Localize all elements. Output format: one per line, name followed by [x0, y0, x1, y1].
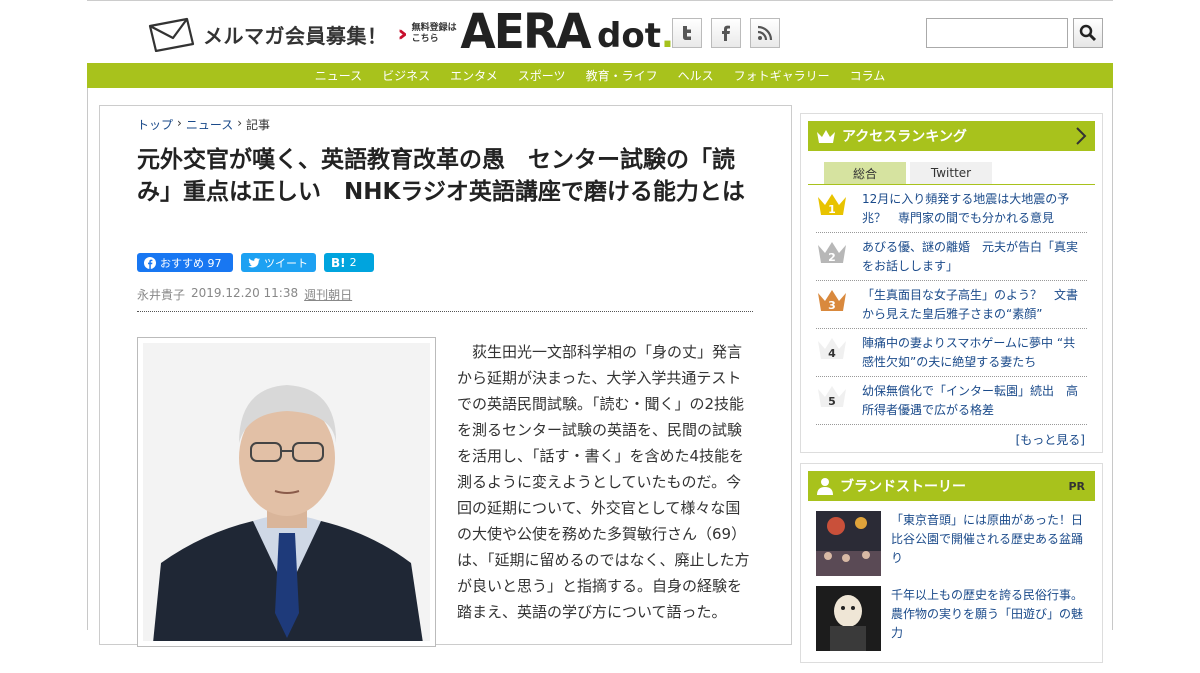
- brand-item-2[interactable]: 千年以上もの歴史を誇る民俗行事。農作物の実りを願う「田遊び」の魅力: [816, 586, 1087, 651]
- svg-text:1: 1: [828, 203, 836, 216]
- gold-crown-icon: 1: [816, 191, 852, 227]
- hatena-count: 2: [349, 256, 357, 269]
- ranking-item-text: 12月に入り頻発する地震は大地震の予兆？ 専門家の間でも分かれる意見: [862, 191, 1070, 225]
- ranking-box: アクセスランキング 総合 Twitter 1 12月に入り頻発する地震は大地震の…: [800, 113, 1103, 453]
- site-logo[interactable]: AERA dot.: [457, 8, 674, 56]
- envelope-icon: [148, 17, 195, 52]
- ranking-item-2[interactable]: 2 あびる優、謎の離婚 元夫が告白「真実をお話しします」: [816, 233, 1087, 281]
- article-body: 荻生田光一文部科学相の「身の丈」発言から延期が決まった、大学入学共通テストでの英…: [457, 343, 750, 621]
- mailmag-label: メルマガ会員募集！: [203, 23, 388, 48]
- global-nav: ニュース ビジネス エンタメ スポーツ 教育・ライフ ヘルス フォトギャラリー …: [87, 63, 1113, 88]
- nav-item-photo[interactable]: フォトギャラリー: [734, 67, 830, 84]
- ranking-item-1[interactable]: 1 12月に入り頻発する地震は大地震の予兆？ 専門家の間でも分かれる意見: [816, 185, 1087, 233]
- search-button[interactable]: [1073, 18, 1103, 48]
- ranking-item-3[interactable]: 3 「生真面目な女子高生」のよう？ 文書から見えた皇后雅子さまの“素顔”: [816, 281, 1087, 329]
- search-icon: [1079, 24, 1097, 42]
- rank-4-icon: 4: [816, 335, 852, 371]
- silver-crown-icon: 2: [816, 239, 852, 275]
- tab-overall[interactable]: 総合: [824, 162, 906, 184]
- divider: [137, 311, 753, 312]
- brand-item-text: 千年以上もの歴史を誇る民俗行事。農作物の実りを願う「田遊び」の魅力: [891, 588, 1084, 640]
- article-title: 元外交官が嘆く、英語教育改革の愚 センター試験の「読み」重点は正しい NHKラジ…: [137, 147, 745, 205]
- festival-thumbnail: [816, 511, 881, 576]
- nav-item-entame[interactable]: エンタメ: [450, 67, 498, 84]
- twitter-bird-icon: [248, 257, 260, 267]
- ranking-item-5[interactable]: 5 幼保無償化で「インター転園」続出 高所得者優遇で広がる格差: [816, 377, 1087, 425]
- ranking-tabs: 総合 Twitter: [808, 162, 1095, 185]
- breadcrumb: トップ › ニュース › 記事: [137, 116, 270, 133]
- nav-item-education[interactable]: 教育・ライフ: [586, 67, 658, 84]
- rank-5-icon: 5: [816, 383, 852, 419]
- ranking-more-link[interactable]: [もっと見る]: [808, 431, 1085, 448]
- brand-item-text: 「東京音頭」には原曲があった！日比谷公園で開催される歴史ある盆踊り: [891, 513, 1084, 565]
- rss-icon: [757, 25, 773, 41]
- facebook-icon: [722, 25, 730, 41]
- breadcrumb-section[interactable]: ニュース: [186, 116, 233, 133]
- ranking-title: アクセスランキング: [842, 129, 967, 145]
- ranking-item-text: あびる優、謎の離婚 元夫が告白「真実をお話しします」: [862, 239, 1079, 273]
- breadcrumb-current: 記事: [246, 118, 271, 132]
- ritual-thumbnail: [816, 586, 881, 651]
- bronze-crown-icon: 3: [816, 287, 852, 323]
- svg-text:2: 2: [828, 251, 836, 264]
- facebook-icon: [144, 256, 156, 269]
- article-meta: 永井貴子 2019.12.20 11:38 週刊朝日: [137, 286, 352, 303]
- tweet-label: ツイート: [264, 256, 308, 270]
- nav-item-business[interactable]: ビジネス: [382, 67, 430, 84]
- facebook-recommend-label: おすすめ 97: [160, 256, 222, 270]
- article-photo[interactable]: [137, 337, 436, 647]
- tab-twitter[interactable]: Twitter: [910, 162, 992, 184]
- site-header: メルマガ会員募集！ ›› 無料登録は こちら AERA dot.: [87, 0, 1113, 63]
- brand-story-header: ブランドストーリー PR: [808, 471, 1095, 501]
- facebook-recommend-button[interactable]: おすすめ 97: [137, 253, 233, 272]
- nav-item-column[interactable]: コラム: [850, 67, 886, 84]
- chevron-right-icon: ›: [177, 116, 182, 130]
- social-links: [672, 18, 780, 48]
- article-date: 2019.12.20 11:38: [191, 286, 299, 300]
- portrait-image: [143, 343, 430, 641]
- breadcrumb-home[interactable]: トップ: [137, 116, 173, 133]
- nav-item-health[interactable]: ヘルス: [678, 67, 714, 84]
- chevron-right-icon: ›: [237, 116, 243, 130]
- article-author: 永井貴子: [137, 288, 186, 302]
- crown-icon: [817, 130, 835, 143]
- logo-dot: dot.: [597, 16, 674, 56]
- man-portrait-illustration: [143, 343, 430, 641]
- facebook-button[interactable]: [711, 18, 741, 48]
- ranking-item-4[interactable]: 4 陣痛中の妻よりスマホゲームに夢中 “共感性欠如”の夫に絶望する妻たち: [816, 329, 1087, 377]
- rss-button[interactable]: [750, 18, 780, 48]
- brand-item-1[interactable]: 「東京音頭」には原曲があった！日比谷公園で開催される歴史ある盆踊り: [816, 511, 1087, 576]
- article-container: トップ › ニュース › 記事 元外交官が嘆く、英語教育改革の愚 センター試験の…: [99, 105, 792, 647]
- ranking-item-text: 陣痛中の妻よりスマホゲームに夢中 “共感性欠如”の夫に絶望する妻たち: [862, 335, 1076, 369]
- chevron-right-icon: [1076, 127, 1087, 145]
- search-form: [926, 18, 1103, 48]
- mailmag-free-note: 無料登録は こちら: [411, 23, 457, 44]
- search-input[interactable]: [926, 18, 1068, 48]
- hatena-icon: B!: [331, 255, 346, 270]
- tweet-button[interactable]: ツイート: [241, 253, 316, 272]
- ranking-item-text: 幼保無償化で「インター転園」続出 高所得者優遇で広がる格差: [862, 383, 1079, 417]
- brand-story-box: ブランドストーリー PR 「東京音頭」には原曲があった！日比谷公園で開催される歴…: [800, 463, 1103, 663]
- sidebar: アクセスランキング 総合 Twitter 1 12月に入り頻発する地震は大地震の…: [800, 113, 1103, 673]
- ranking-header[interactable]: アクセスランキング: [808, 121, 1095, 151]
- twitter-icon: [683, 26, 691, 40]
- share-bar: おすすめ 97 ツイート B! 2: [137, 253, 374, 272]
- pr-label: PR: [1068, 479, 1085, 493]
- hatena-bookmark-button[interactable]: B! 2: [324, 253, 374, 272]
- logo-aera: AERA: [460, 4, 591, 60]
- twitter-button[interactable]: [672, 18, 702, 48]
- brand-story-title: ブランドストーリー: [840, 479, 966, 495]
- nav-item-news[interactable]: ニュース: [315, 67, 362, 84]
- svg-text:4: 4: [828, 347, 836, 360]
- double-chevron-icon: ››: [397, 21, 409, 47]
- svg-text:5: 5: [828, 395, 836, 408]
- ranking-item-text: 「生真面目な女子高生」のよう？ 文書から見えた皇后雅子さまの“素顔”: [862, 287, 1079, 321]
- mailmag-banner[interactable]: メルマガ会員募集！ ›› 無料登録は こちら: [147, 16, 457, 52]
- svg-text:3: 3: [828, 299, 836, 312]
- nav-item-sports[interactable]: スポーツ: [518, 67, 566, 84]
- person-icon: [817, 478, 833, 495]
- article-magazine-link[interactable]: 週刊朝日: [304, 286, 352, 303]
